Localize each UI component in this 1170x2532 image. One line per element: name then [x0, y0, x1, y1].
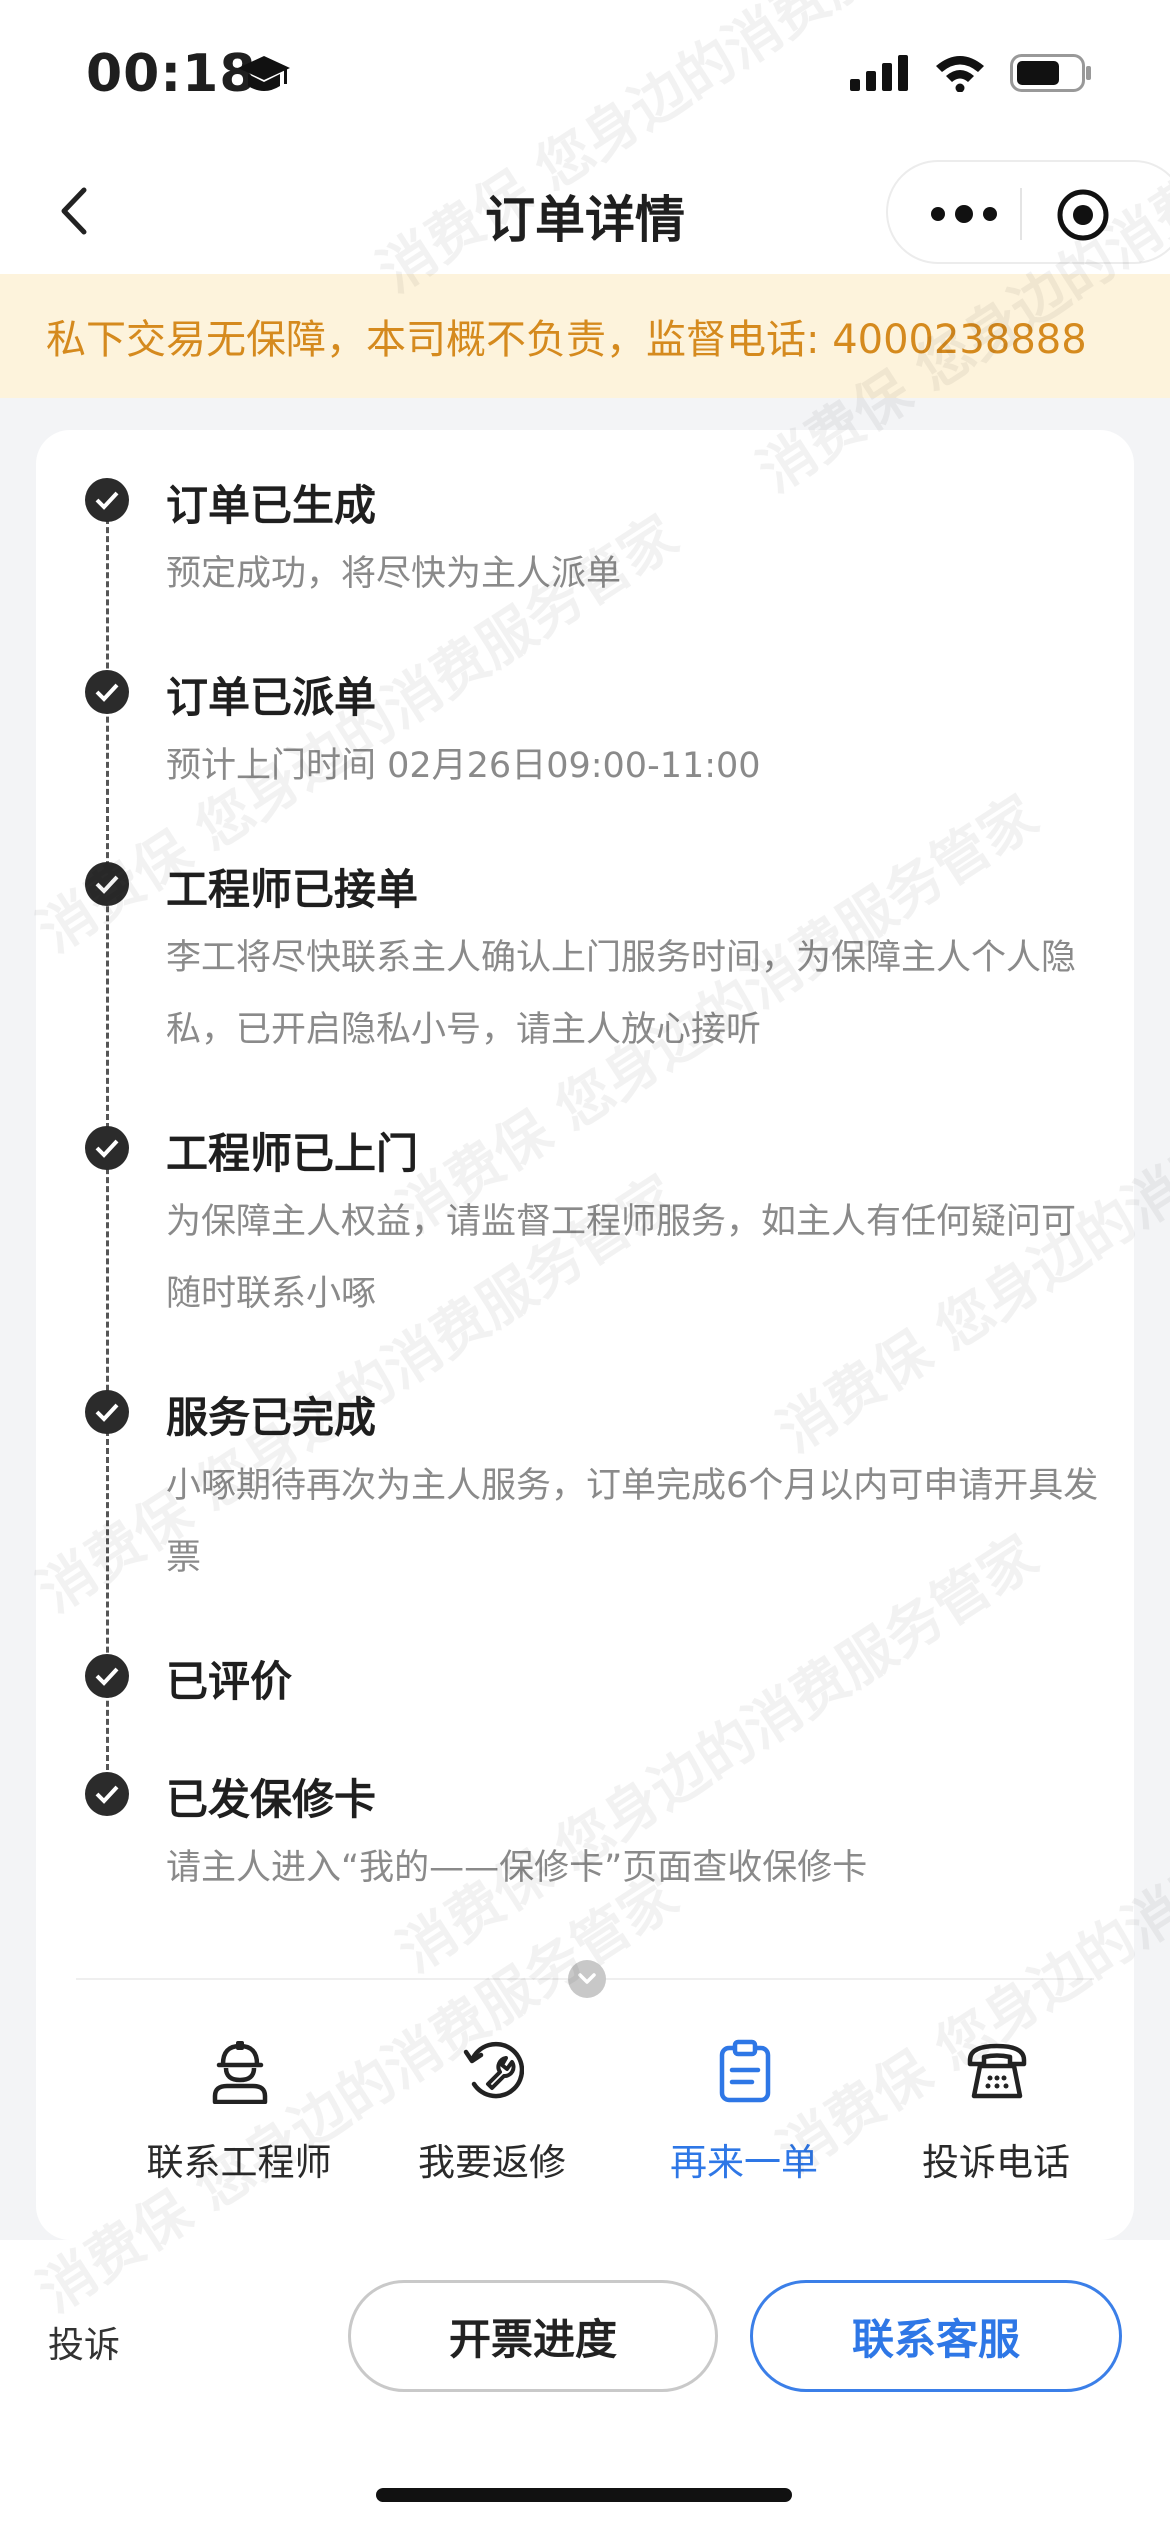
action-row: 联系工程师 我要返修 再来一单 投诉电话 — [36, 2030, 1134, 2220]
step-description: 请主人进入“我的——保修卡”页面查收保修卡 — [166, 1848, 868, 1888]
check-icon — [85, 1126, 129, 1170]
step-description: 李工将尽快联系主人确认上门服务时间，为保障主人个人隐私，已开启隐私小号，请主人放… — [166, 938, 1077, 1050]
complaint-phone-button[interactable]: 投诉电话 — [866, 2030, 1126, 2220]
check-icon — [85, 1772, 129, 1816]
chevron-down-icon — [578, 1973, 596, 1984]
step-title: 已发保修卡 — [166, 1775, 377, 1824]
check-icon — [85, 1390, 129, 1434]
step-title: 订单已生成 — [166, 481, 377, 530]
action-label: 联系工程师 — [146, 2141, 332, 2184]
more-dots-icon — [931, 205, 997, 223]
step-description: 预计上门时间 02月26日09:00-11:00 — [166, 746, 761, 786]
expand-button[interactable] — [568, 1960, 606, 1998]
contact-engineer-button[interactable]: 联系工程师 — [109, 2030, 369, 2220]
graduation-cap-icon — [236, 52, 292, 104]
action-label: 我要返修 — [418, 2141, 566, 2184]
phone-icon — [966, 2038, 1028, 2104]
step-title: 工程师已上门 — [166, 1129, 419, 1178]
status-time: 00:18 — [86, 44, 257, 104]
clipboard-icon — [714, 2038, 776, 2104]
status-bar: 00:18 — [0, 0, 1170, 150]
step-description: 为保障主人权益，请监督工程师服务，如主人有任何疑问可随时联系小啄 — [166, 1202, 1077, 1314]
order-detail-page: 00:18 订单详情 私下交易无保障，本司概不负责，监督电话: 40002388… — [0, 0, 1170, 2532]
repair-again-button[interactable]: 我要返修 — [362, 2030, 622, 2220]
step-title: 订单已派单 — [166, 673, 377, 722]
step-description: 小啄期待再次为主人服务，订单完成6个月以内可申请开具发票 — [166, 1466, 1099, 1578]
capsule-divider — [1020, 188, 1022, 240]
more-button[interactable] — [924, 194, 1004, 234]
contact-service-button[interactable]: 联系客服 — [750, 2280, 1122, 2392]
cellular-signal-icon — [850, 55, 910, 95]
reorder-button[interactable]: 再来一单 — [614, 2030, 874, 2220]
repair-icon — [462, 2038, 525, 2104]
invoice-progress-button[interactable]: 开票进度 — [348, 2280, 718, 2392]
miniprogram-capsule — [886, 160, 1170, 264]
check-icon — [85, 1654, 129, 1698]
check-icon — [85, 478, 129, 522]
wifi-icon — [934, 54, 986, 96]
engineer-icon — [209, 2038, 271, 2105]
complain-link[interactable]: 投诉 — [48, 2316, 120, 2368]
status-indicators — [850, 54, 1092, 96]
step-description: 预定成功，将尽快为主人派单 — [166, 554, 622, 594]
nav-bar: 订单详情 — [0, 150, 1170, 274]
bottom-bar: 投诉 开票进度 联系客服 — [0, 2240, 1170, 2532]
warning-banner: 私下交易无保障，本司概不负责，监督电话: 4000238888 — [0, 274, 1170, 398]
step-title: 已评价 — [166, 1657, 293, 1706]
check-icon — [85, 670, 129, 714]
close-miniprogram-button[interactable] — [1056, 188, 1110, 242]
step-title: 服务已完成 — [166, 1393, 377, 1442]
check-icon — [85, 862, 129, 906]
battery-icon — [1010, 54, 1092, 96]
order-progress-card: 订单已生成 预定成功，将尽快为主人派单 订单已派单 预计上门时间 02月26日0… — [36, 430, 1134, 2240]
step-title: 工程师已接单 — [166, 865, 419, 914]
action-label: 投诉电话 — [922, 2141, 1070, 2184]
action-label: 再来一单 — [670, 2141, 818, 2184]
target-icon — [1057, 189, 1109, 241]
home-indicator — [376, 2488, 792, 2502]
